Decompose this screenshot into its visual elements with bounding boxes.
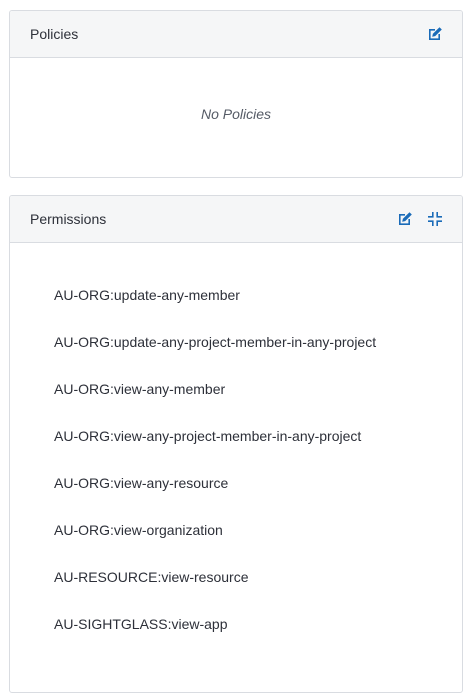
collapse-icon[interactable] [426, 210, 444, 228]
policies-empty-text: No Policies [200, 106, 272, 122]
permission-item: AU-SIGHTGLASS:view-app [54, 616, 228, 632]
permission-item: AU-ORG:view-organization [54, 522, 223, 538]
permissions-list: AU-ORG:update-any-member AU-ORG:update-a… [10, 243, 462, 661]
permissions-header-actions [396, 196, 444, 242]
policies-panel: Policies No Policies [9, 10, 463, 178]
permissions-panel-header: Permissions [10, 196, 462, 243]
permission-item: AU-ORG:update-any-member [54, 287, 240, 303]
edit-icon[interactable] [396, 210, 414, 228]
policies-header-actions [426, 11, 444, 57]
policies-title: Policies [30, 26, 79, 42]
permission-item: AU-ORG:update-any-project-member-in-any-… [54, 334, 377, 350]
permission-item: AU-ORG:view-any-resource [54, 475, 229, 491]
policies-panel-header: Policies [10, 11, 462, 58]
permission-item: AU-ORG:view-any-member [54, 381, 226, 397]
permissions-title: Permissions [30, 211, 107, 227]
permissions-panel: Permissions AU-ORG:update-any-member AU-… [9, 195, 463, 693]
permission-item: AU-RESOURCE:view-resource [54, 569, 249, 585]
edit-icon[interactable] [426, 25, 444, 43]
permission-item: AU-ORG:view-any-project-member-in-any-pr… [54, 428, 362, 444]
